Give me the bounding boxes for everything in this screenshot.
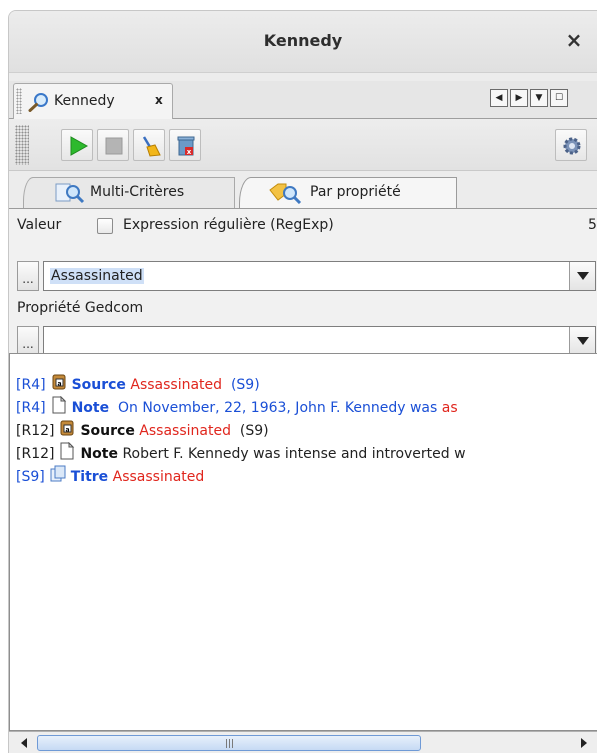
stop-icon [105, 137, 123, 155]
toolbar-grip-icon[interactable] [15, 125, 29, 165]
result-text: On November, 22, 1963, John F. Kennedy w… [109, 400, 442, 416]
result-keyword: Source [80, 423, 135, 439]
gear-icon [563, 137, 581, 155]
chevron-down-icon [577, 337, 589, 345]
window-title: Kennedy [263, 31, 343, 50]
horizontal-scrollbar[interactable] [9, 731, 597, 753]
search-mode-tabs: Multi-Critères Par propriété [9, 171, 597, 209]
stop-button[interactable] [97, 129, 129, 161]
result-row[interactable]: [R4] Note On November, 22, 1963, John F. … [16, 395, 458, 421]
result-ref: [R12] [16, 446, 55, 462]
value-history-button[interactable]: ... [17, 261, 39, 291]
result-ref: [R4] [16, 377, 46, 393]
result-text: Assassinated [108, 469, 205, 485]
play-icon [70, 136, 89, 156]
trash-icon: x [177, 136, 195, 156]
result-text: (S9) [222, 377, 260, 393]
svg-text:a: a [66, 426, 70, 433]
search-form: Valeur Expression régulière (RegExp) 5 .… [9, 208, 597, 356]
toolbar: x [9, 119, 597, 171]
tab-par-propriete[interactable]: Par propriété [239, 177, 457, 209]
source-icon: a [50, 373, 68, 391]
broom-icon [142, 136, 161, 157]
scroll-right-arrow-icon[interactable] [575, 734, 593, 752]
result-row[interactable]: [R12] Note Robert F. Kennedy was intense … [16, 441, 466, 467]
result-ref: [R12] [16, 423, 55, 439]
note-icon [50, 395, 68, 414]
regex-checkbox[interactable] [97, 218, 113, 234]
scroll-left-button[interactable]: ◀ [490, 89, 508, 107]
note-icon [58, 441, 76, 460]
result-row[interactable]: [R4] a Source Assassinated (S9) [16, 373, 260, 398]
maximize-button[interactable]: ☐ [550, 89, 568, 107]
dropdown-button[interactable]: ▼ [530, 89, 548, 107]
dock-tab-kennedy[interactable]: Kennedy x [13, 83, 173, 119]
title-bar[interactable]: Kennedy × [9, 11, 597, 73]
result-keyword: Source [71, 377, 126, 393]
result-ref: [S9] [16, 469, 45, 485]
tab-multi-criteres[interactable]: Multi-Critères [23, 177, 235, 209]
result-keyword: Titre [70, 469, 109, 485]
value-dropdown-button[interactable] [569, 262, 595, 290]
drag-grip-icon[interactable] [16, 88, 22, 114]
dock-tab-bar: Kennedy x ◀ ▶ ▼ ☐ [9, 81, 597, 119]
tab-label: Par propriété [310, 184, 401, 200]
regex-label[interactable]: Expression régulière (RegExp) [123, 217, 334, 233]
thumb-grip-icon [226, 739, 234, 748]
dock-nav-buttons: ◀ ▶ ▼ ☐ [490, 89, 570, 111]
scroll-left-arrow-icon[interactable] [15, 734, 33, 752]
svg-text:a: a [57, 380, 61, 387]
dock-tab-label: Kennedy [54, 93, 115, 109]
chevron-down-icon [577, 272, 589, 280]
run-button[interactable] [61, 129, 93, 161]
result-text: Assassinated [125, 377, 223, 393]
result-row[interactable]: [S9] Titre Assassinated [16, 465, 205, 490]
svg-text:x: x [187, 148, 192, 156]
source-icon: a [58, 419, 76, 437]
tab-label: Multi-Critères [90, 184, 185, 200]
result-keyword: Note [71, 400, 110, 416]
scroll-right-button[interactable]: ▶ [510, 89, 528, 107]
value-combo[interactable]: Assassinated [43, 261, 596, 291]
value-input[interactable]: Assassinated [50, 268, 144, 284]
delete-button[interactable]: x [169, 129, 201, 161]
window-close-button[interactable]: × [561, 27, 587, 53]
property-label: Propriété Gedcom [17, 300, 144, 316]
clear-button[interactable] [133, 129, 165, 161]
result-count: 5 [588, 217, 597, 233]
result-row[interactable]: [R12] a Source Assassinated (S9) [16, 419, 269, 444]
results-list[interactable]: [R4] a Source Assassinated (S9) [R4] Note On… [9, 353, 597, 731]
valeur-label: Valeur [17, 217, 62, 233]
multi-search-icon [54, 182, 86, 208]
dock-tab-close-button[interactable]: x [155, 93, 163, 107]
property-combo[interactable] [43, 326, 596, 356]
result-ref: [R4] [16, 400, 46, 416]
tag-search-icon [268, 182, 304, 208]
result-text: as [441, 400, 458, 416]
title-icon [49, 465, 67, 483]
property-dropdown-button[interactable] [569, 327, 595, 355]
search-icon [28, 92, 50, 116]
property-chooser-button[interactable]: ... [17, 326, 39, 356]
settings-button[interactable] [555, 129, 587, 161]
scrollbar-thumb[interactable] [37, 735, 421, 751]
result-text: Assassinated [134, 423, 231, 439]
result-keyword: Note [80, 446, 118, 462]
result-text: Robert F. Kennedy was intense and introv… [118, 446, 466, 462]
search-window: Kennedy × Kennedy x ◀ ▶ ▼ ☐ x Multi-Crit… [8, 10, 597, 753]
result-text: (S9) [230, 423, 269, 439]
